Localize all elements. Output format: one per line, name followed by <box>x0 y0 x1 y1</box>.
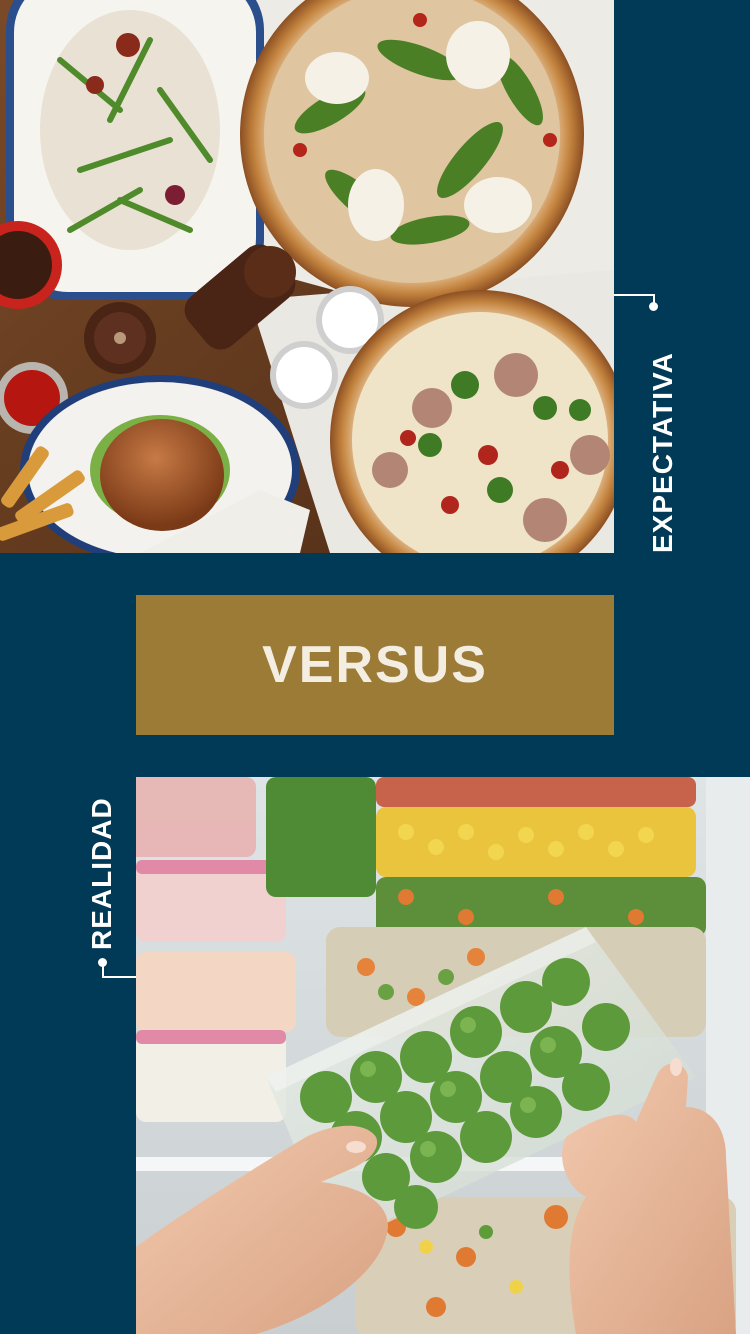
corn-bag-icon <box>376 807 696 877</box>
reality-connector-line <box>102 976 136 978</box>
expectation-connector-line <box>614 294 654 296</box>
expectation-connector-dot <box>649 302 658 311</box>
versus-label: VERSUS <box>262 636 488 694</box>
expectation-label: EXPECTATIVA <box>647 352 678 553</box>
reality-label: REALIDAD <box>86 797 117 950</box>
reality-connector-tick <box>102 964 104 976</box>
versus-banner: VERSUS <box>136 595 614 735</box>
food-spread-illustration <box>0 0 614 553</box>
story-page: EXPECTATIVA VERSUS REALIDAD <box>0 0 750 1334</box>
freezer-illustration <box>136 777 750 1334</box>
expectation-photo <box>0 0 614 553</box>
reality-photo <box>136 777 750 1334</box>
